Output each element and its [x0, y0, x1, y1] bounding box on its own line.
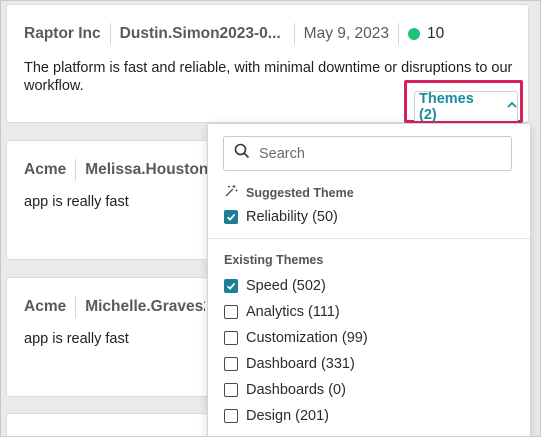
- feedback-panel: Raptor Inc Dustin.Simon2023-0... May 9, …: [0, 0, 541, 437]
- theme-option-label: Dashboard (331): [246, 356, 355, 372]
- suggested-theme-title: Suggested Theme: [246, 185, 354, 200]
- themes-button-label: Themes (2): [419, 90, 474, 123]
- user-name: Dustin.Simon2023-0...: [119, 25, 281, 42]
- checkbox-icon[interactable]: [224, 383, 238, 397]
- score-dot-icon: [407, 28, 420, 40]
- user-name: Melissa.Houston2: [85, 161, 208, 178]
- feedback-meta: Raptor Inc Dustin.Simon2023-0... May 9, …: [24, 23, 444, 45]
- theme-option-label: Speed (502): [246, 278, 326, 294]
- theme-option-label: Analytics (111): [246, 304, 340, 320]
- existing-themes-title: Existing Themes: [224, 253, 324, 267]
- theme-option-dashboard[interactable]: Dashboard (331): [224, 356, 355, 372]
- section-divider: [208, 238, 530, 239]
- theme-option-design[interactable]: Design (201): [224, 408, 329, 424]
- checkbox-icon[interactable]: [224, 331, 238, 345]
- theme-option-customization[interactable]: Customization (99): [224, 330, 368, 346]
- themes-dropdown: Suggested Theme Reliability (50) Existin…: [207, 123, 531, 436]
- company-name: Acme: [24, 298, 67, 315]
- company-name: Acme: [24, 161, 67, 178]
- theme-option-label: Design (201): [246, 408, 330, 424]
- meta-divider: [75, 296, 77, 318]
- theme-option-label: Dashboards (0): [246, 382, 346, 398]
- company-name: Raptor Inc: [24, 25, 101, 42]
- search-field[interactable]: [223, 136, 512, 171]
- feedback-date: May 9, 2023: [303, 25, 389, 42]
- checkbox-icon[interactable]: [224, 305, 238, 319]
- search-icon: [234, 143, 250, 164]
- suggested-theme-header: Suggested Theme: [224, 184, 354, 201]
- search-input[interactable]: [259, 145, 499, 162]
- checkbox-checked-icon[interactable]: [224, 210, 238, 224]
- checkbox-icon[interactable]: [224, 409, 238, 423]
- meta-divider: [293, 23, 295, 45]
- checkbox-icon[interactable]: [224, 357, 238, 371]
- theme-option-reliability[interactable]: Reliability (50): [224, 209, 338, 225]
- theme-option-speed[interactable]: Speed (502): [224, 278, 326, 294]
- user-name: Michelle.Graves2: [85, 298, 206, 315]
- theme-option-dashboards[interactable]: Dashboards (0): [224, 382, 346, 398]
- magic-wand-icon: [224, 184, 246, 201]
- score-value: 10: [426, 25, 445, 42]
- meta-divider: [109, 23, 111, 45]
- theme-option-analytics[interactable]: Analytics (111): [224, 304, 340, 320]
- checkbox-checked-icon[interactable]: [224, 279, 238, 293]
- chevron-up-icon: [507, 100, 517, 111]
- theme-option-label: Customization (99): [246, 330, 368, 346]
- feedback-meta: Acme Michelle.Graves2: [24, 296, 205, 318]
- theme-option-label: Reliability (50): [246, 209, 338, 225]
- meta-divider: [75, 159, 77, 181]
- feedback-meta: Acme Melissa.Houston2: [24, 159, 207, 181]
- themes-button[interactable]: Themes (2): [414, 90, 518, 123]
- meta-divider: [397, 23, 399, 45]
